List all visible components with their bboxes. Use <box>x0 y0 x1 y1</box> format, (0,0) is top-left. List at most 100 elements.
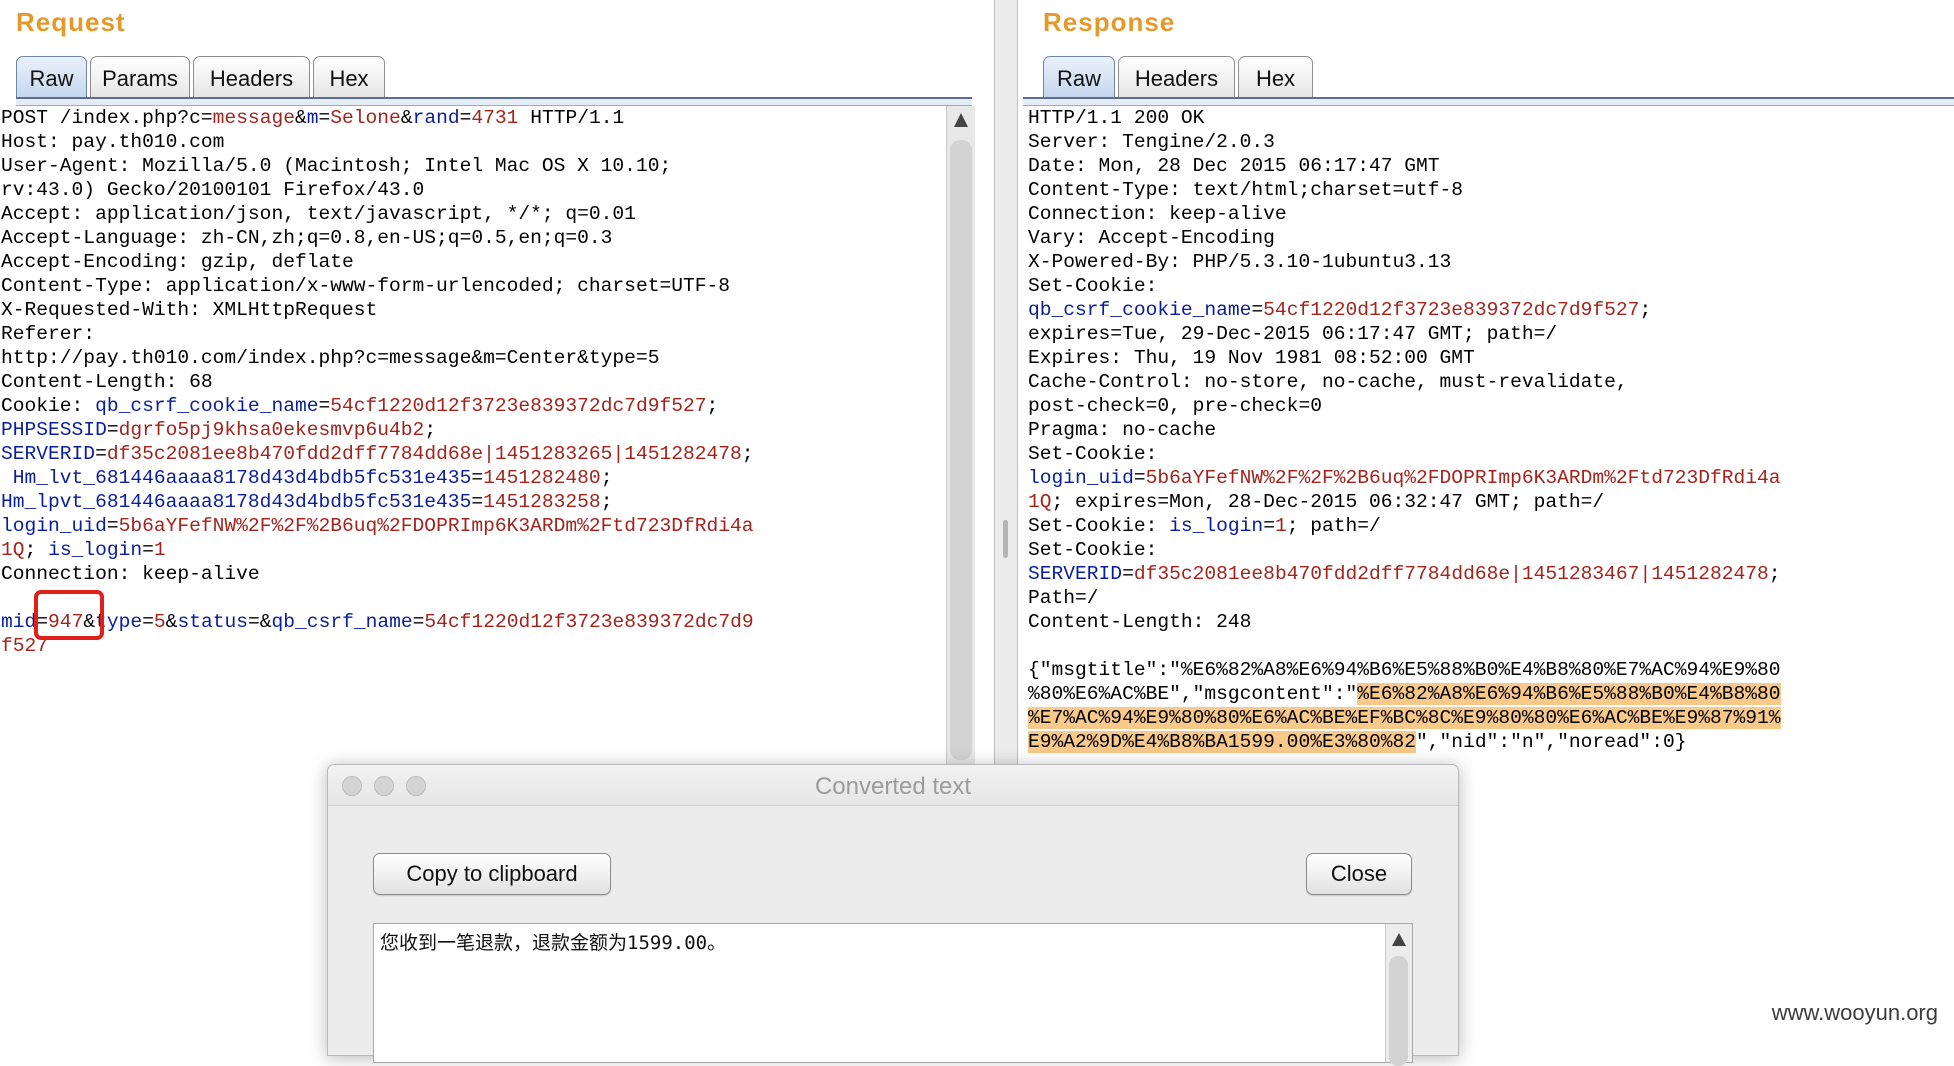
param-name: Hm_lvt_681446aaaa8178d43d4bdb5fc531e435 <box>1 467 472 489</box>
request-tab-params[interactable]: Params <box>90 56 190 100</box>
code-line: f527 <box>1 634 754 658</box>
response-tab-hex[interactable]: Hex <box>1238 56 1313 100</box>
scroll-up-arrow-icon[interactable] <box>954 113 968 127</box>
param-name: PHPSESSID <box>1 419 107 441</box>
code-text: = <box>471 467 484 489</box>
selected-text: E9%A2%9D%E4%B8%BA1599.00%E3%80%82 <box>1028 731 1417 753</box>
code-text: Vary: Accept-Encoding <box>1028 227 1275 249</box>
param-name: status <box>177 611 248 633</box>
response-tab-headers[interactable]: Headers <box>1118 56 1235 100</box>
mid-highlight-box <box>34 590 104 640</box>
code-line: %80%E6%AC%BE","msgcontent":"%E6%82%A8%E6… <box>1028 682 1781 706</box>
converted-text-area[interactable]: 您收到一笔退款，退款金额为1599.00。 <box>373 923 1413 1066</box>
param-name: m <box>306 107 319 129</box>
code-line: Expires: Thu, 19 Nov 1981 08:52:00 GMT <box>1028 346 1781 370</box>
param-name: qb_csrf_cookie_name <box>95 395 319 417</box>
param-value: 5 <box>153 611 166 633</box>
param-value: 1451283258 <box>483 491 601 513</box>
param-value: 4731 <box>471 107 519 129</box>
code-text: Server: Tengine/2.0.3 <box>1028 131 1275 153</box>
divider-grip-icon[interactable] <box>1003 520 1008 558</box>
code-line: X-Requested-With: XMLHttpRequest <box>1 298 754 322</box>
code-line: %E7%AC%94%E9%80%80%E6%AC%BE%EF%BC%8C%E9%… <box>1028 706 1781 730</box>
code-line: SERVERID=df35c2081ee8b470fdd2dff7784dd68… <box>1 442 754 466</box>
code-line: Date: Mon, 28 Dec 2015 06:17:47 GMT <box>1028 154 1781 178</box>
param-name: is_login <box>48 539 143 561</box>
code-text: {"msgtitle":"%E6%82%A8%E6%94%B6%E5%88%B0… <box>1028 659 1781 681</box>
code-line: Accept: application/json, text/javascrip… <box>1 202 754 226</box>
code-text: Content-Length: 248 <box>1028 611 1252 633</box>
response-tab-raw[interactable]: Raw <box>1043 56 1115 100</box>
response-raw-viewer[interactable]: HTTP/1.1 200 OK Server: Tengine/2.0.3 Date… <box>1028 106 1781 754</box>
code-text: =& <box>248 611 272 633</box>
code-text: ; <box>706 395 719 417</box>
code-text: Accept: application/json, text/javascrip… <box>1 203 636 225</box>
param-value: 54cf1220d12f3723e839372dc7d9f527 <box>1263 299 1640 321</box>
code-text: ; <box>741 443 754 465</box>
param-name: login_uid <box>1028 467 1134 489</box>
code-line: Set-Cookie: <box>1028 442 1781 466</box>
converted-text: 您收到一笔退款，退款金额为1599.00。 <box>380 932 727 954</box>
code-text: http://pay.th010.com/index.php?c=message… <box>1 347 660 369</box>
code-line: Cache-Control: no-store, no-cache, must-… <box>1028 370 1781 394</box>
code-text: & <box>165 611 178 633</box>
param-value: 1Q <box>1028 491 1052 513</box>
close-button[interactable]: Close <box>1306 853 1412 895</box>
param-value: 1451282480 <box>483 467 601 489</box>
code-text: Accept-Language: zh-CN,zh;q=0.8,en-US;q=… <box>1 227 613 249</box>
code-line: Set-Cookie: is_login=1; path=/ <box>1028 514 1781 538</box>
param-value: 5b6aYFefNW%2F%2F%2B6uq%2FDOPRImp6K3ARDm%… <box>1145 467 1781 489</box>
code-line: {"msgtitle":"%E6%82%A8%E6%94%B6%E5%88%B0… <box>1028 658 1781 682</box>
copy-to-clipboard-button[interactable]: Copy to clipboard <box>373 853 611 895</box>
code-text: Connection: keep-alive <box>1028 203 1287 225</box>
dialog-title: Converted text <box>814 773 972 800</box>
code-text: Path=/ <box>1028 587 1099 609</box>
code-line: login_uid=5b6aYFefNW%2F%2F%2B6uq%2FDOPRI… <box>1028 466 1781 490</box>
code-line: Hm_lpvt_681446aaaa8178d43d4bdb5fc531e435… <box>1 490 754 514</box>
code-text: = <box>459 107 472 129</box>
request-tab-raw[interactable]: Raw <box>16 56 87 100</box>
request-tab-hex[interactable]: Hex <box>313 56 385 100</box>
code-text: & <box>400 107 413 129</box>
code-text: X-Requested-With: XMLHttpRequest <box>1 299 378 321</box>
code-line: Hm_lvt_681446aaaa8178d43d4bdb5fc531e435=… <box>1 466 754 490</box>
code-line: post-check=0, pre-check=0 <box>1028 394 1781 418</box>
code-line: Content-Type: application/x-www-form-url… <box>1 274 754 298</box>
code-text: ; <box>600 467 613 489</box>
code-text: Expires: Thu, 19 Nov 1981 08:52:00 GMT <box>1028 347 1475 369</box>
code-text: = <box>142 611 154 633</box>
scroll-up-arrow-icon[interactable] <box>1392 933 1406 946</box>
response-tab-bar: Raw Headers Hex <box>1043 54 1316 100</box>
code-line: Vary: Accept-Encoding <box>1028 226 1781 250</box>
code-line: Content-Length: 248 <box>1028 610 1781 634</box>
code-line: POST /index.php?c=message&m=Selone&rand=… <box>1 106 754 130</box>
scroll-thumb[interactable] <box>1389 956 1408 1066</box>
param-name: SERVERID <box>1028 563 1123 585</box>
code-text: Set-Cookie: <box>1028 443 1158 465</box>
code-text: Set-Cookie: <box>1028 539 1158 561</box>
code-line: expires=Tue, 29-Dec-2015 06:17:47 GMT; p… <box>1028 322 1781 346</box>
param-value: 54cf1220d12f3723e839372dc7d9f527 <box>330 395 707 417</box>
code-text: ; <box>24 539 49 561</box>
code-line: Referer: <box>1 322 754 346</box>
code-text: = <box>471 491 484 513</box>
code-text: = <box>1251 299 1264 321</box>
param-value: df35c2081ee8b470fdd2dff7784dd68e|1451283… <box>1133 563 1769 585</box>
code-line: 1Q; expires=Mon, 28-Dec-2015 06:32:47 GM… <box>1028 490 1781 514</box>
param-name: qb_csrf_name <box>271 611 413 633</box>
converted-text-scrollbar[interactable] <box>1385 924 1412 1066</box>
request-scrollbar[interactable] <box>946 106 975 766</box>
request-tab-headers[interactable]: Headers <box>193 56 310 100</box>
code-text: = <box>95 443 107 465</box>
code-line: SERVERID=df35c2081ee8b470fdd2dff7784dd68… <box>1028 562 1781 586</box>
code-text: = <box>1263 515 1275 537</box>
code-text: Set-Cookie: <box>1028 515 1170 537</box>
code-line: X-Powered-By: PHP/5.3.10-1ubuntu3.13 <box>1028 250 1781 274</box>
code-text: = <box>1133 467 1146 489</box>
dialog-titlebar[interactable]: Converted text <box>328 765 1458 806</box>
scroll-thumb[interactable] <box>950 140 972 760</box>
param-value: 5b6aYFefNW%2F%2F%2B6uq%2FDOPRImp6K3ARDm%… <box>118 515 754 537</box>
request-raw-editor[interactable]: POST /index.php?c=message&m=Selone&rand=… <box>1 106 754 658</box>
